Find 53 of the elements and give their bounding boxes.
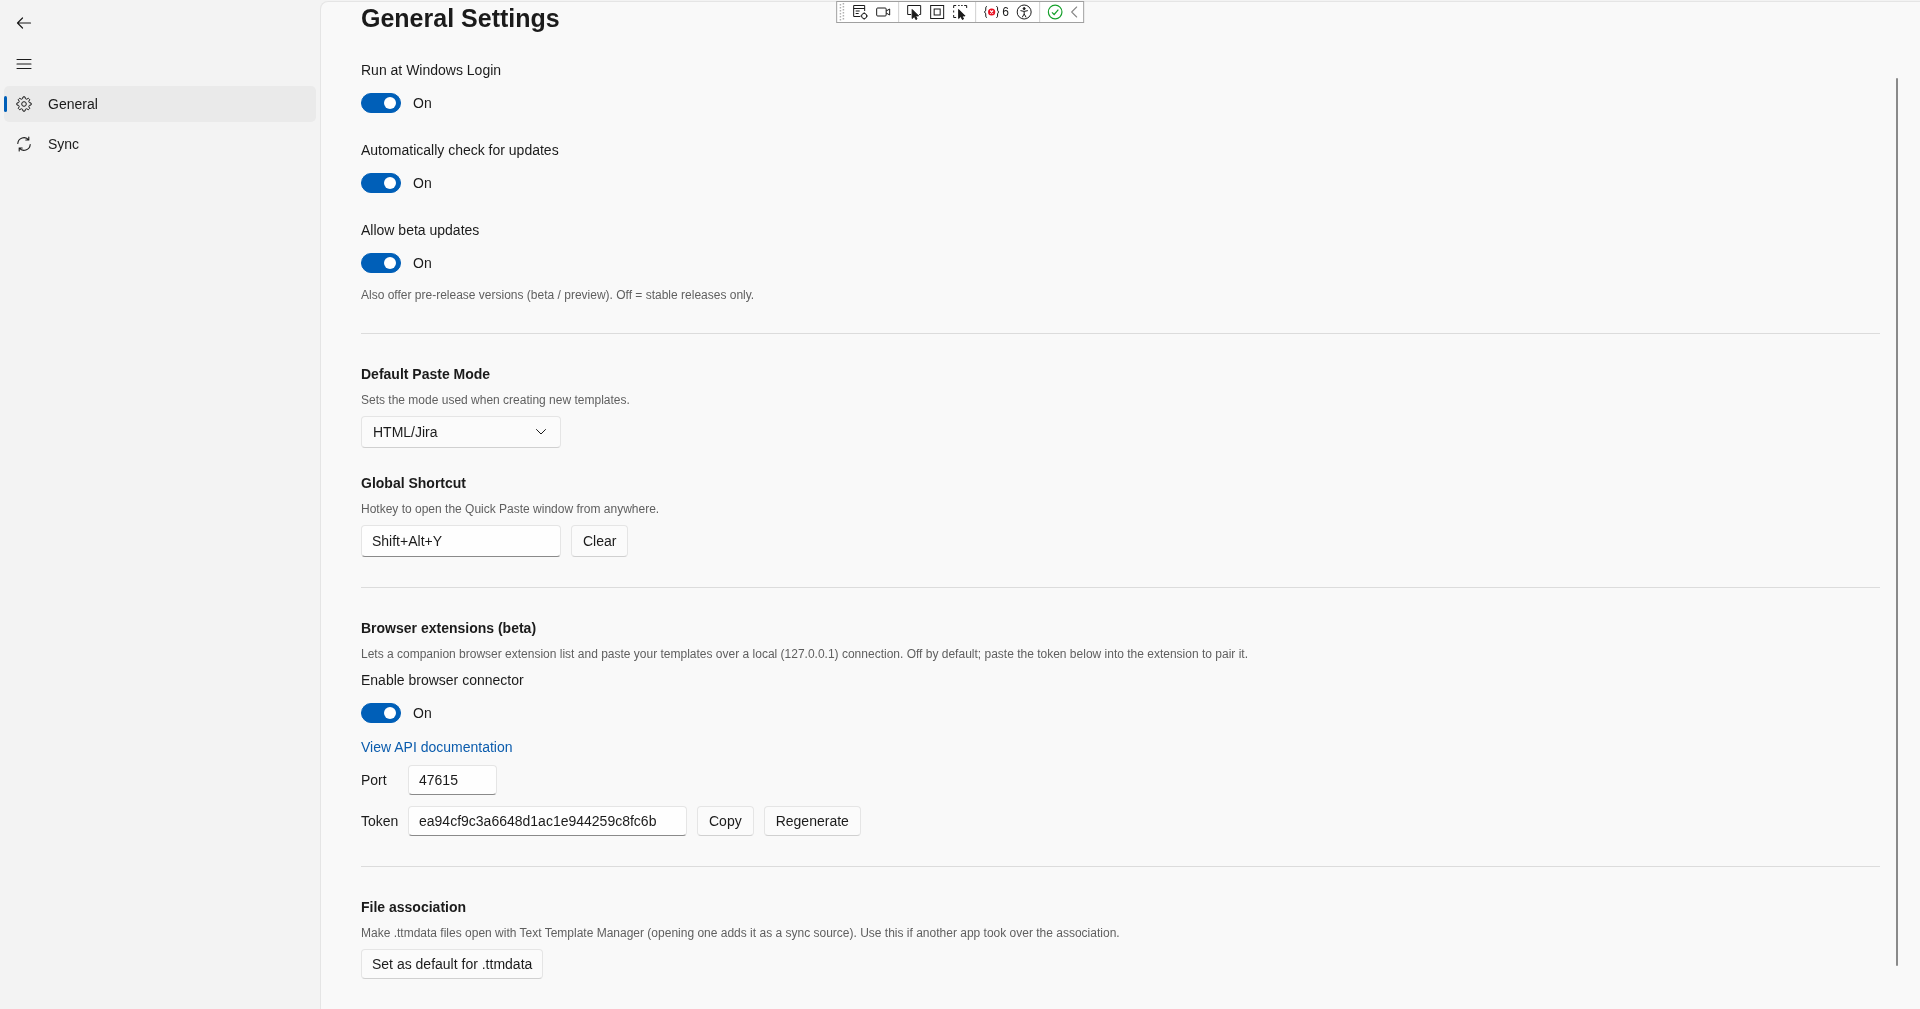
section-heading: Default Paste Mode <box>361 365 491 384</box>
toggle-state-text: On <box>413 254 432 273</box>
action-button[interactable]: Set as default for .ttmdata <box>361 949 544 979</box>
field-label: Port <box>361 772 388 788</box>
setting-label: Enable browser connector <box>361 671 524 690</box>
nested-square-icon[interactable] <box>929 4 946 20</box>
section-heading: Browser extensions (beta) <box>361 619 537 638</box>
toggle-switch[interactable] <box>361 173 401 193</box>
window-crosshair-icon[interactable] <box>852 4 869 20</box>
nav-item[interactable]: General <box>4 86 316 122</box>
documentation-link[interactable]: View API documentation <box>361 739 513 755</box>
video-camera-icon[interactable] <box>875 4 892 20</box>
setting-description: Make .ttmdata files open with Text Template Manager (opening one adds it as a sync source). Use this if another app took over the association. <box>361 925 1120 941</box>
toggle-state-text: On <box>413 704 432 723</box>
setting-label: Allow beta updates <box>361 221 480 240</box>
toggle-switch[interactable] <box>361 93 401 113</box>
field-action-button[interactable]: Regenerate <box>763 806 861 836</box>
section-heading: File association <box>361 898 467 917</box>
dropdown[interactable]: HTML/Jira <box>361 416 561 448</box>
scrollbar[interactable] <box>1896 78 1898 966</box>
setting-description: Hotkey to open the Quick Paste window from anywhere. <box>361 501 660 517</box>
nav-item[interactable]: Sync <box>4 126 316 162</box>
check-circle-icon[interactable] <box>1046 4 1063 20</box>
text-field[interactable]: 47615 <box>408 765 497 795</box>
toggle-switch[interactable] <box>361 703 401 723</box>
chevron-left-icon[interactable] <box>1069 6 1078 18</box>
grip-icon[interactable] <box>839 3 846 21</box>
field-label: Token <box>361 813 400 829</box>
section-heading: Global Shortcut <box>361 474 466 493</box>
toggle-switch[interactable] <box>361 253 401 273</box>
braces-error-icon[interactable] <box>983 4 1001 20</box>
setting-description: Also offer pre-release versions (beta / preview). Off = stable releases only. <box>361 287 755 303</box>
setting-label: Run at Windows Login <box>361 61 502 80</box>
text-field[interactable]: ea94cf9c3a6648d1ac1e944259c8fc6b <box>408 806 687 836</box>
screen-pointer-icon[interactable] <box>906 4 923 20</box>
frame-pointer-icon[interactable] <box>952 4 969 20</box>
setting-label: Automatically check for updates <box>361 141 559 160</box>
selection-indicator-icon <box>4 96 7 112</box>
toggle-state-text: On <box>413 174 432 193</box>
setting-description: Lets a companion browser extension list and paste your templates over a local (127.0.0.1) connection. Off by default; paste the token below into the extension to pair it. <box>361 646 1248 662</box>
chevron-down-icon <box>536 429 546 435</box>
shortcut-field[interactable]: Shift+Alt+Y <box>361 525 561 557</box>
accessibility-icon[interactable] <box>1015 4 1032 20</box>
gear-icon <box>16 96 32 112</box>
sync-icon <box>16 136 32 152</box>
back-arrow-icon[interactable] <box>16 15 32 31</box>
field-action-button[interactable]: Clear <box>571 525 629 557</box>
error-count: 6 <box>1002 5 1009 19</box>
field-action-button[interactable]: Copy <box>697 806 754 836</box>
toggle-state-text: On <box>413 94 432 113</box>
page-title: General Settings <box>361 3 560 34</box>
setting-description: Sets the mode used when creating new templates. <box>361 392 630 408</box>
menu-icon[interactable] <box>16 56 32 72</box>
